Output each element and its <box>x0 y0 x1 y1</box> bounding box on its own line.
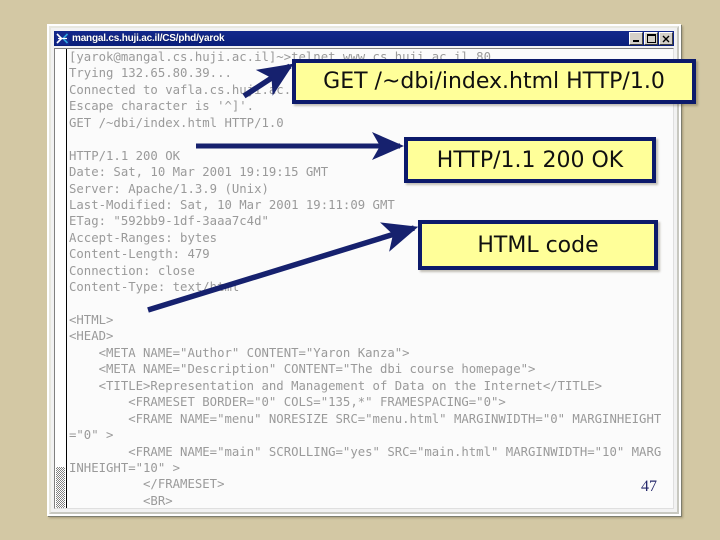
telnet-icon <box>56 32 69 45</box>
slide-canvas: mangal.cs.huji.ac.il/CS/phd/yarok [yarok… <box>0 0 720 540</box>
window-title: mangal.cs.huji.ac.il/CS/phd/yarok <box>72 33 225 44</box>
maximize-button[interactable] <box>644 32 658 45</box>
terminal-line: Last-Modified: Sat, 10 Mar 2001 19:11:09… <box>69 197 395 212</box>
terminal-line: <HEAD> <box>69 329 114 344</box>
close-button[interactable] <box>659 32 673 45</box>
terminal-line: <FRAME NAME="main" SCROLLING="yes" SRC="… <box>69 444 662 459</box>
terminal-line: </FRAMESET> <box>69 477 225 492</box>
terminal-line: <HTML> <box>69 313 114 327</box>
scrollbar-thumb[interactable] <box>56 467 65 508</box>
terminal-line: GET /~dbi/index.html HTTP/1.0 <box>69 115 284 130</box>
terminal-line: ="0" > <box>69 428 114 443</box>
terminal-line: <META NAME="Author" CONTENT="Yaron Kanza… <box>69 345 410 360</box>
callout-request: GET /~dbi/index.html HTTP/1.0 <box>292 59 696 104</box>
terminal-line: INHEIGHT="10" > <box>69 460 181 475</box>
slide-number: 47 <box>641 478 657 495</box>
minimize-button[interactable] <box>629 32 643 45</box>
terminal-line: <BR> <box>69 493 173 508</box>
vertical-scrollbar[interactable] <box>55 49 67 508</box>
terminal-body[interactable]: [yarok@mangal.cs.huji.ac.il]~>telnet www… <box>54 48 674 509</box>
terminal-output: [yarok@mangal.cs.huji.ac.il]~>telnet www… <box>69 49 673 508</box>
terminal-line: <FRAMESET BORDER="0" COLS="135,*" FRAMES… <box>69 395 506 410</box>
callout-html-code: HTML code <box>418 220 658 270</box>
terminal-line: <TITLE>Representation and Management of … <box>69 378 603 393</box>
close-icon <box>662 35 670 42</box>
terminal-line: <FRAME NAME="menu" NORESIZE SRC="menu.ht… <box>69 411 662 426</box>
callout-status: HTTP/1.1 200 OK <box>404 137 656 183</box>
terminal-line: Content-Type: text/html <box>69 280 240 295</box>
window-titlebar[interactable]: mangal.cs.huji.ac.il/CS/phd/yarok <box>54 31 674 46</box>
terminal-line: <META NAME="Description" CONTENT="The db… <box>69 362 536 377</box>
